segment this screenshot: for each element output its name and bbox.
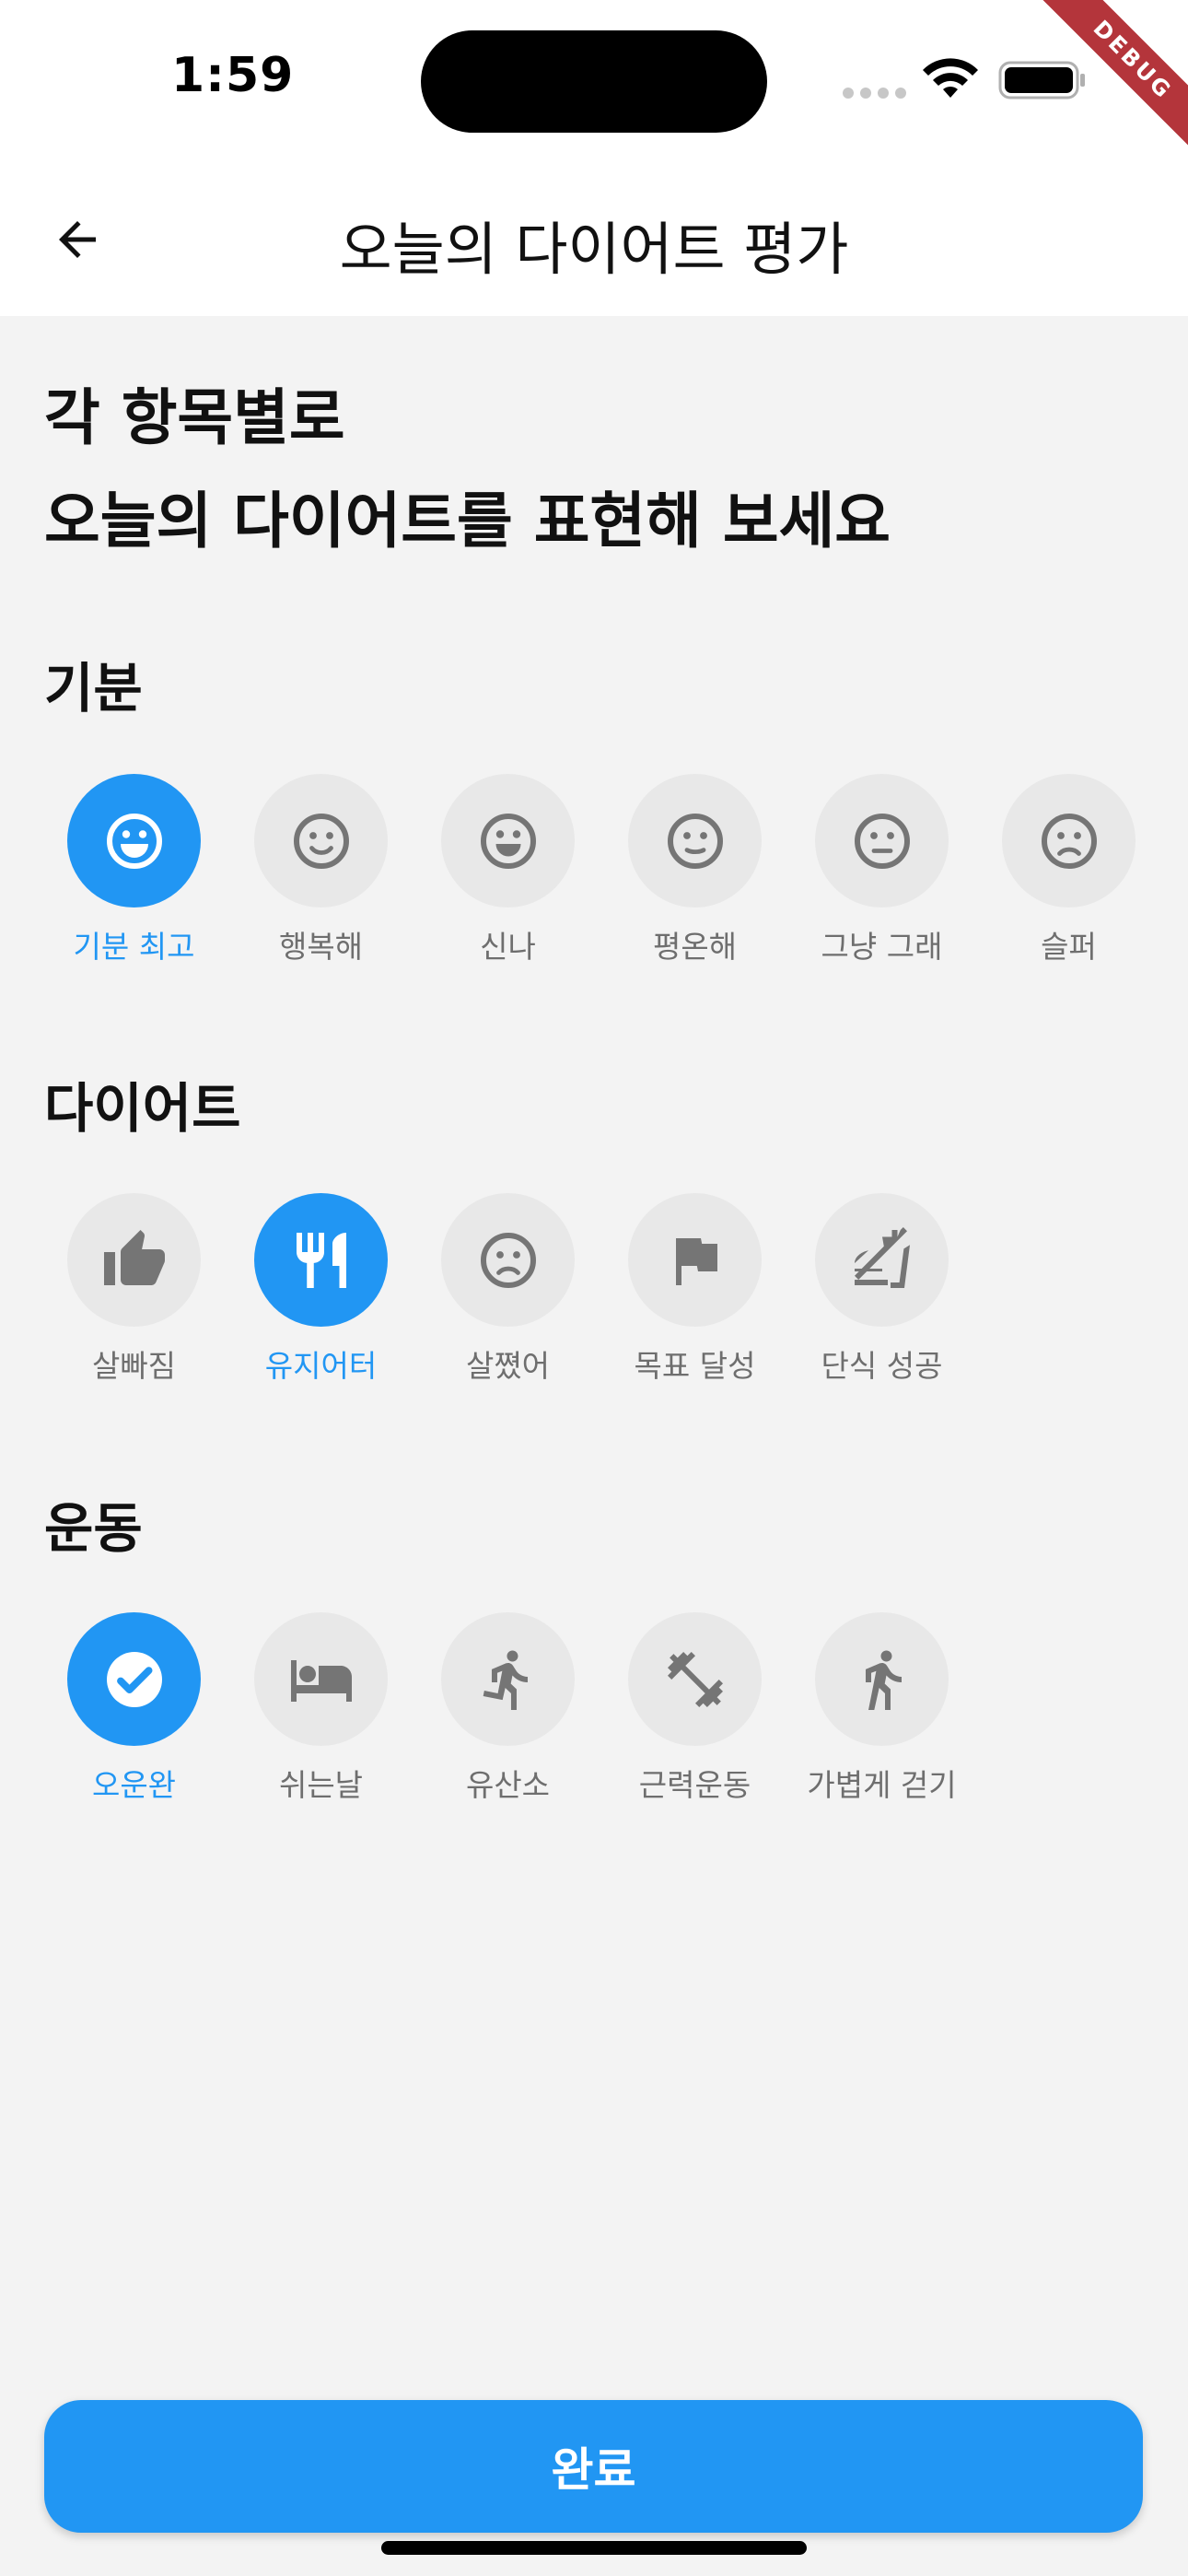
battery-icon [998, 61, 1085, 100]
option-circle [815, 1612, 949, 1746]
option-label: 오운완 [91, 1767, 177, 1803]
check-circle-icon [106, 1651, 162, 1707]
option-circle [254, 1193, 388, 1327]
option-diet-goal-reached[interactable]: 목표 달성 [601, 1193, 788, 1386]
option-circle [628, 774, 762, 907]
option-exercise-strength[interactable]: 근력운동 [601, 1612, 788, 1805]
option-label: 가볍게 걷기 [807, 1767, 957, 1803]
sad-face-icon [1041, 813, 1097, 869]
option-label: 살쪘어 [465, 1348, 551, 1384]
option-label: 그냥 그래 [821, 929, 943, 965]
option-label: 신나 [480, 929, 536, 965]
thumb-up-icon [103, 1229, 165, 1285]
option-circle [441, 1612, 575, 1746]
dynamic-island [421, 30, 767, 133]
diet-options: 살빠짐 유지어터 살쪘어 목표 달성 단식 성공 [41, 1193, 975, 1386]
mood-options: 기분 최고 행복해 신나 평온해 그냥 그래 슬퍼 [41, 774, 1162, 966]
option-label: 쉬는날 [278, 1767, 364, 1803]
option-mood-happy[interactable]: 행복해 [227, 774, 414, 966]
option-circle [441, 774, 575, 907]
option-exercise-cardio[interactable]: 유산소 [414, 1612, 601, 1805]
top-bar: 1:59 DEBUG 오늘의 다이어트 평가 [0, 0, 1188, 316]
option-label: 목표 달성 [634, 1348, 756, 1384]
cellular-signal-icon [843, 88, 906, 99]
option-exercise-rest-day[interactable]: 쉬는날 [227, 1612, 414, 1805]
option-mood-best[interactable]: 기분 최고 [41, 774, 227, 966]
walking-icon [865, 1650, 902, 1710]
option-circle [815, 774, 949, 907]
frown-face-icon [480, 1232, 536, 1288]
option-mood-meh[interactable]: 그냥 그래 [788, 774, 975, 966]
option-label: 슬퍼 [1041, 929, 1097, 965]
option-circle [815, 1193, 949, 1327]
option-label: 평온해 [652, 929, 738, 965]
headline: 각 항목별로 오늘의 다이어트를 표현해 보세요 [44, 367, 891, 573]
option-circle [254, 774, 388, 907]
option-label: 근력운동 [638, 1767, 751, 1803]
option-mood-excited[interactable]: 신나 [414, 774, 601, 966]
exercise-options: 오운완 쉬는날 유산소 근력운동 가볍게 걷기 [41, 1612, 975, 1805]
done-button[interactable]: 완료 [44, 2400, 1143, 2533]
flag-icon [675, 1237, 717, 1285]
option-circle [628, 1193, 762, 1327]
option-mood-calm[interactable]: 평온해 [601, 774, 788, 966]
headline-line-1: 각 항목별로 [44, 382, 345, 453]
option-diet-lost-weight[interactable]: 살빠짐 [41, 1193, 227, 1386]
section-title-exercise: 운동 [44, 1497, 143, 1560]
option-circle [67, 774, 201, 907]
wifi-icon [923, 58, 978, 98]
home-indicator [381, 2541, 807, 2555]
meh-face-icon [854, 813, 910, 869]
option-circle [254, 1612, 388, 1746]
bed-icon [290, 1659, 352, 1702]
status-time: 1:59 [171, 48, 295, 103]
option-circle [1002, 774, 1136, 907]
option-label: 기분 최고 [73, 929, 195, 965]
option-label: 행복해 [278, 929, 364, 965]
dumbbell-icon [667, 1651, 723, 1707]
option-diet-maintain[interactable]: 유지어터 [227, 1193, 414, 1386]
headline-line-2: 오늘의 다이어트를 표현해 보세요 [44, 486, 891, 556]
option-exercise-light-walk[interactable]: 가볍게 걷기 [788, 1612, 975, 1805]
option-diet-fasting-success[interactable]: 단식 성공 [788, 1193, 975, 1386]
option-mood-sad[interactable]: 슬퍼 [975, 774, 1162, 966]
neutral-face-icon [667, 813, 723, 869]
very-happy-face-icon [106, 813, 162, 869]
page-title: 오늘의 다이어트 평가 [339, 216, 849, 283]
section-title-diet: 다이어트 [44, 1077, 241, 1140]
smile-face-icon [293, 813, 349, 869]
running-icon [483, 1649, 528, 1710]
option-exercise-done[interactable]: 오운완 [41, 1612, 227, 1805]
option-circle [67, 1193, 201, 1327]
option-label: 유산소 [465, 1767, 551, 1803]
option-circle [67, 1612, 201, 1746]
option-label: 단식 성공 [821, 1348, 943, 1384]
option-label: 살빠짐 [91, 1348, 177, 1384]
option-circle [628, 1612, 762, 1746]
restaurant-icon [296, 1232, 346, 1288]
option-circle [441, 1193, 575, 1327]
section-title-mood: 기분 [44, 657, 143, 720]
option-diet-gained-weight[interactable]: 살쪘어 [414, 1193, 601, 1386]
option-label: 유지어터 [264, 1348, 378, 1384]
no-food-icon [854, 1226, 910, 1288]
grin-face-icon [480, 813, 536, 869]
